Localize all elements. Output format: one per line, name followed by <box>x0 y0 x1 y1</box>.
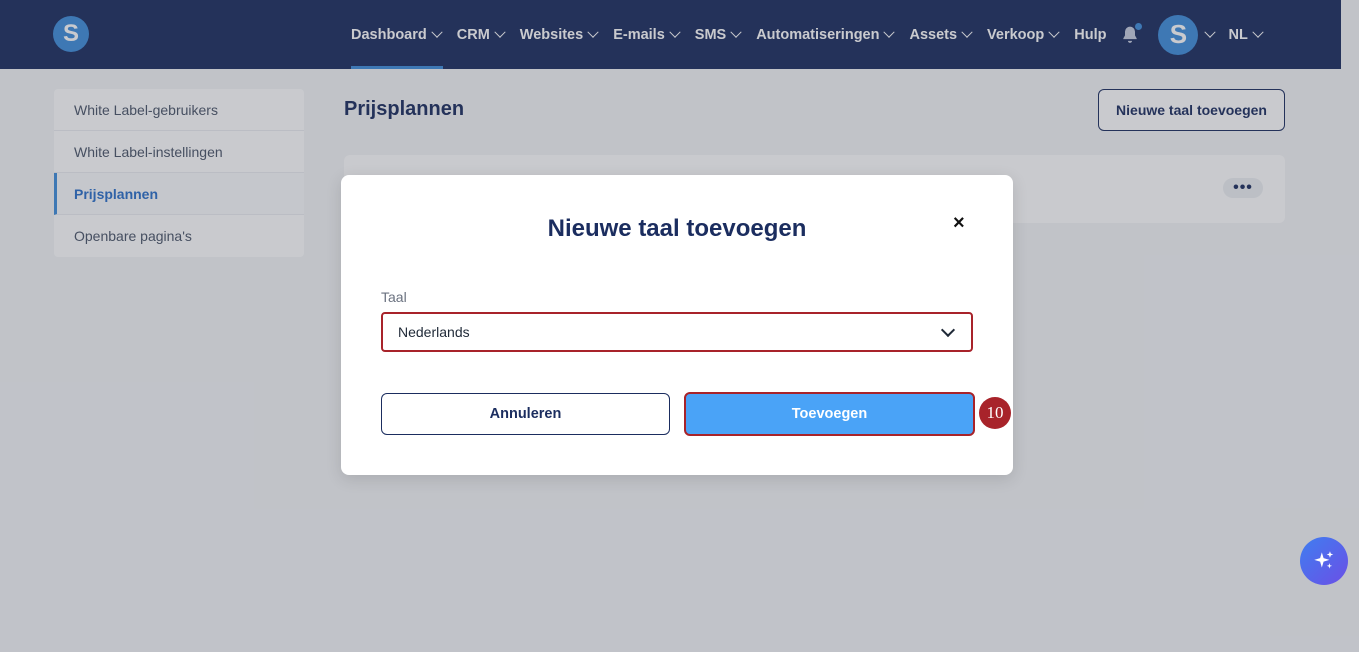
close-icon[interactable]: × <box>953 213 965 233</box>
chevron-down-icon <box>940 322 956 338</box>
language-field-label: Taal <box>381 289 407 305</box>
language-select[interactable]: Nederlands <box>381 312 973 352</box>
add-button[interactable]: Toevoegen <box>684 392 975 436</box>
modal-title: Nieuwe taal toevoegen <box>547 215 807 242</box>
step-number-badge: 10 <box>979 397 1011 429</box>
selected-language: Nederlands <box>398 324 470 340</box>
sparkle-icon <box>1314 551 1334 569</box>
cancel-button[interactable]: Annuleren <box>381 393 670 435</box>
ai-assistant-button[interactable] <box>1300 537 1348 585</box>
add-language-modal: Nieuwe taal toevoegen × Taal Nederlands … <box>341 175 1013 475</box>
